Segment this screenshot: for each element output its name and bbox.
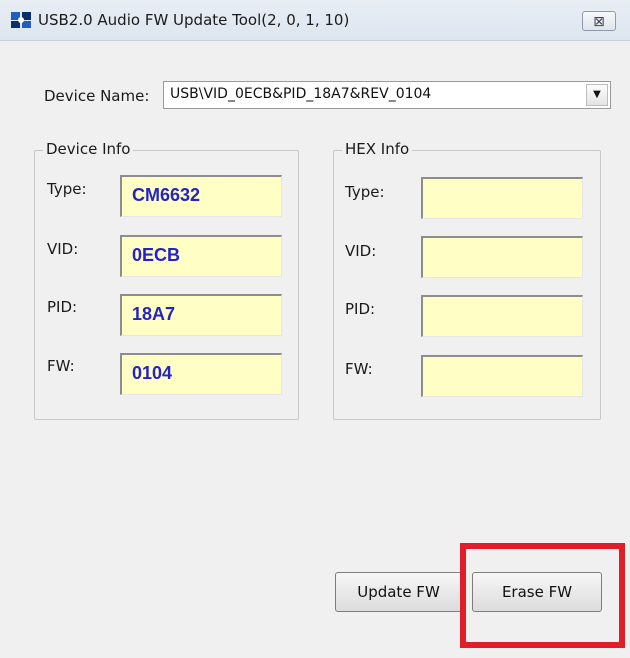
- device-vid-field: 0ECB: [120, 235, 282, 277]
- device-vid-label: VID:: [47, 240, 79, 258]
- erase-fw-highlight-box: [460, 543, 625, 648]
- window-title: USB2.0 Audio FW Update Tool(2, 0, 1, 10): [38, 11, 350, 29]
- update-fw-button[interactable]: Update FW: [335, 572, 462, 612]
- close-icon: ⊠: [593, 14, 605, 30]
- device-type-label: Type:: [47, 180, 87, 198]
- device-fw-field: 0104: [120, 353, 282, 395]
- device-name-select[interactable]: USB\VID_0ECB&PID_18A7&REV_0104 ▼: [163, 81, 611, 109]
- device-info-title: Device Info: [43, 140, 134, 158]
- device-vid-value: 0ECB: [132, 245, 181, 265]
- hex-fw-label: FW:: [345, 360, 373, 378]
- device-fw-label: FW:: [47, 357, 75, 375]
- hex-vid-field: [421, 236, 583, 278]
- device-type-value: CM6632: [132, 185, 201, 205]
- hex-type-field: [421, 177, 583, 219]
- device-pid-value: 18A7: [132, 304, 176, 324]
- chevron-down-icon: ▼: [593, 89, 601, 100]
- hex-fw-field: [421, 355, 583, 397]
- close-button[interactable]: ⊠: [582, 11, 616, 31]
- device-type-field: CM6632: [120, 175, 282, 217]
- dropdown-arrow-button[interactable]: ▼: [586, 84, 608, 106]
- device-name-value: USB\VID_0ECB&PID_18A7&REV_0104: [170, 86, 432, 102]
- hex-vid-label: VID:: [345, 242, 377, 260]
- hex-pid-field: [421, 295, 583, 337]
- title-bar: USB2.0 Audio FW Update Tool(2, 0, 1, 10)…: [0, 0, 630, 41]
- device-pid-field: 18A7: [120, 294, 282, 336]
- hex-pid-label: PID:: [345, 300, 376, 318]
- usb-app-icon: [11, 12, 31, 28]
- device-name-label: Device Name:: [44, 87, 150, 105]
- device-pid-label: PID:: [47, 298, 78, 316]
- hex-type-label: Type:: [345, 183, 385, 201]
- update-tool-window: USB2.0 Audio FW Update Tool(2, 0, 1, 10)…: [0, 0, 630, 658]
- device-fw-value: 0104: [132, 363, 173, 383]
- hex-info-title: HEX Info: [342, 140, 413, 158]
